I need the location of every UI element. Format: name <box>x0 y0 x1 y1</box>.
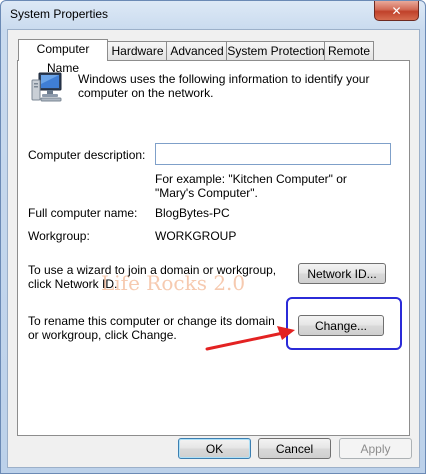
close-icon: ✕ <box>391 3 402 18</box>
close-button[interactable]: ✕ <box>374 1 419 21</box>
tab-system-protection[interactable]: System Protection <box>226 41 326 60</box>
full-computer-name-value: BlogBytes-PC <box>155 206 230 220</box>
network-id-button[interactable]: Network ID... <box>298 263 386 284</box>
title-bar[interactable]: System Properties ✕ <box>1 1 425 29</box>
system-properties-window: System Properties ✕ Computer Name Hardwa… <box>0 0 426 474</box>
tab-advanced[interactable]: Advanced <box>166 41 228 60</box>
tab-computer-name[interactable]: Computer Name <box>18 39 108 75</box>
intro-text: Windows uses the following information t… <box>78 72 370 100</box>
cancel-button[interactable]: Cancel <box>258 438 331 459</box>
tab-hardware[interactable]: Hardware <box>107 41 168 60</box>
apply-button[interactable]: Apply <box>339 438 412 459</box>
dialog-client-area: Computer Name Hardware Advanced System P… <box>7 29 420 468</box>
tab-remote[interactable]: Remote <box>324 41 374 60</box>
full-computer-name-label: Full computer name: <box>28 206 138 220</box>
network-id-description: To use a wizard to join a domain or work… <box>28 263 277 291</box>
computer-description-label: Computer description: <box>28 148 146 162</box>
ok-button[interactable]: OK <box>178 438 251 459</box>
computer-name-panel: Windows uses the following information t… <box>17 60 410 436</box>
change-button[interactable]: Change... <box>298 315 384 336</box>
computer-description-input[interactable] <box>155 143 391 165</box>
workgroup-label: Workgroup: <box>28 229 90 243</box>
workgroup-value: WORKGROUP <box>155 229 237 243</box>
description-example-text: For example: "Kitchen Computer" or "Mary… <box>155 172 347 200</box>
red-arrow-annotation <box>205 326 295 351</box>
window-title: System Properties <box>10 7 109 21</box>
